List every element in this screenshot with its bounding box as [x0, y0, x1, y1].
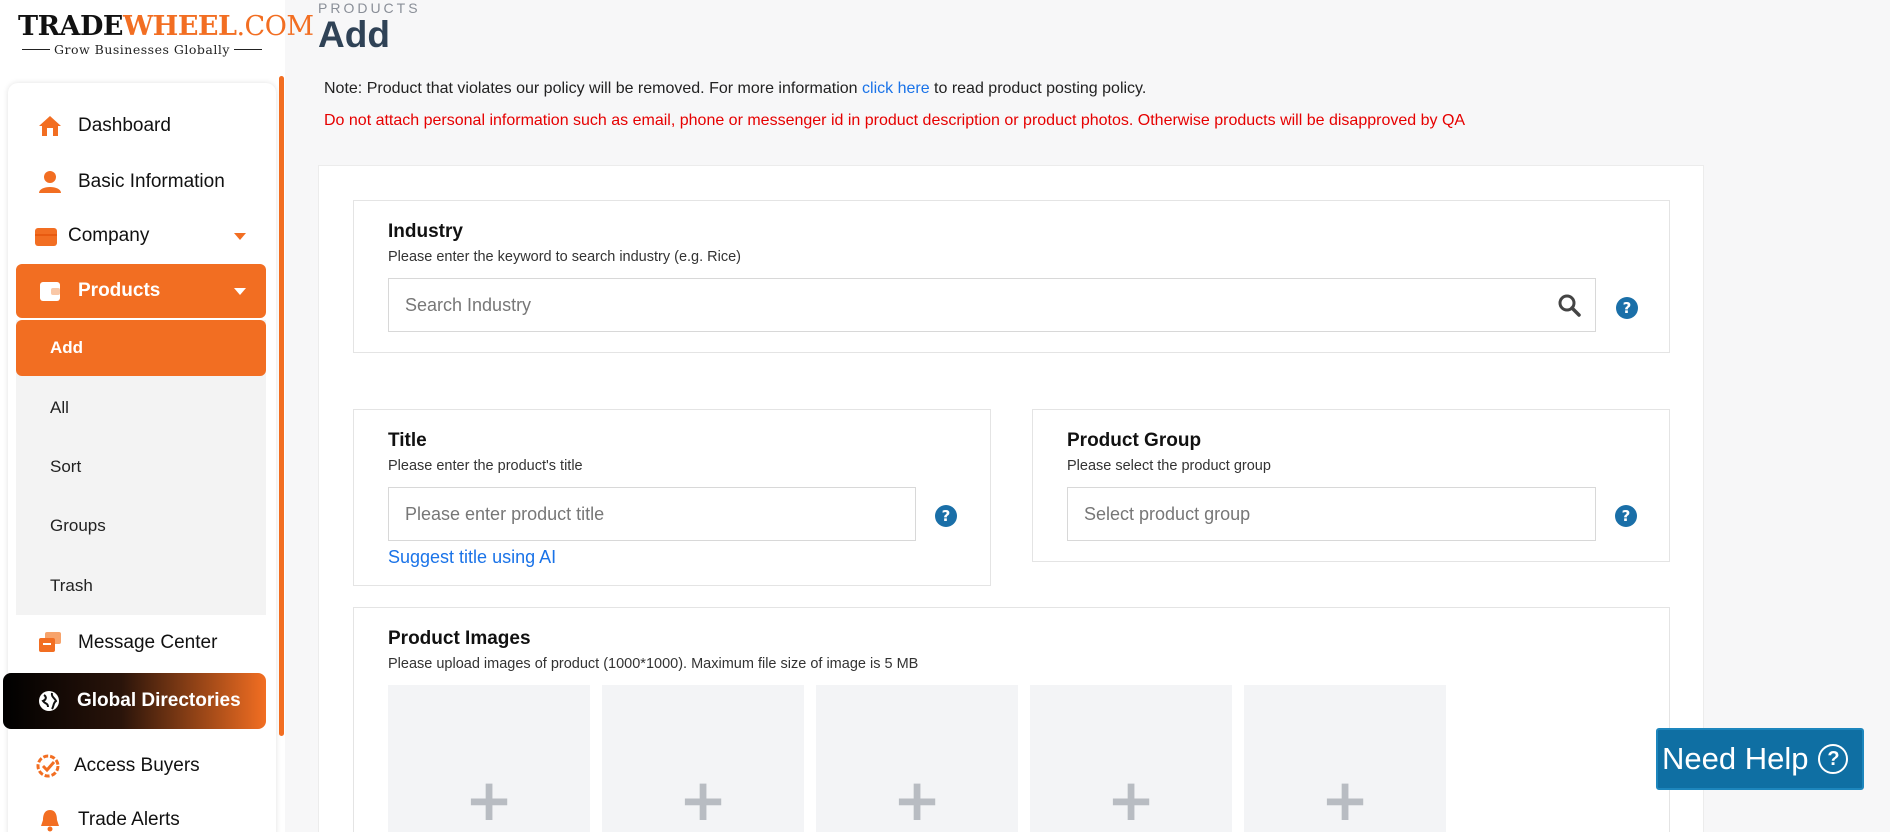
chevron-down-icon [234, 287, 246, 295]
plus-icon: + [1320, 766, 1370, 832]
chevron-down-icon [234, 232, 246, 240]
industry-search-field [388, 278, 1596, 332]
image-upload-slot[interactable]: + [388, 685, 590, 832]
image-upload-slot[interactable]: + [1030, 685, 1232, 832]
sidebar-item-label: Trade Alerts [78, 809, 180, 830]
industry-description: Please enter the keyword to search indus… [388, 249, 741, 265]
sidebar-item-access-buyers[interactable]: Access Buyers [16, 740, 266, 792]
product-group-card: Product Group Please select the product … [1032, 409, 1670, 562]
sidebar-item-basic-information[interactable]: Basic Information [16, 156, 266, 208]
sidebar-item-global-directories[interactable]: Global Directories [3, 673, 266, 729]
user-icon [36, 168, 64, 196]
sidebar-item-label: Dashboard [78, 115, 171, 136]
product-images-card: Product Images Please upload images of p… [353, 607, 1670, 832]
submenu-item-all[interactable]: All [16, 380, 266, 436]
sidebar-item-label: Global Directories [77, 690, 241, 711]
submenu-item-trash[interactable]: Trash [16, 558, 266, 614]
title-heading: Title [388, 430, 427, 451]
badge-icon [34, 752, 62, 780]
plus-icon: + [1106, 766, 1156, 832]
product-images-description: Please upload images of product (1000*10… [388, 656, 919, 672]
product-group-description: Please select the product group [1067, 458, 1271, 474]
industry-search-input[interactable] [389, 279, 1595, 331]
title-description: Please enter the product's title [388, 458, 583, 474]
logo-tagline: Grow Businesses Globally [18, 42, 268, 57]
briefcase-icon [32, 222, 60, 250]
product-images-heading: Product Images [388, 628, 531, 649]
sidebar-item-message-center[interactable]: Message Center [16, 617, 266, 669]
sidebar-item-label: Products [78, 280, 161, 301]
question-icon[interactable]: ? [1616, 297, 1638, 319]
need-help-button[interactable]: Need Help ? [1656, 728, 1864, 790]
sidebar-item-label: Message Center [78, 632, 218, 653]
sidebar-item-dashboard[interactable]: Dashboard [16, 100, 266, 152]
product-group-input[interactable] [1068, 488, 1595, 540]
personal-info-warning: Do not attach personal information such … [324, 112, 1466, 129]
globe-icon [35, 687, 63, 715]
sidebar-item-label: Access Buyers [74, 755, 200, 776]
policy-link[interactable]: click here [862, 80, 930, 97]
home-icon [36, 112, 64, 140]
wallet-icon [36, 277, 64, 305]
search-icon[interactable] [1557, 293, 1583, 319]
question-icon[interactable]: ? [935, 505, 957, 527]
submenu-item-add[interactable]: Add [16, 320, 266, 376]
product-group-heading: Product Group [1067, 430, 1202, 451]
industry-card: Industry Please enter the keyword to sea… [353, 200, 1670, 353]
page-title: Add [318, 14, 390, 55]
chat-icon [36, 629, 64, 657]
title-card: Title Please enter the product's title ?… [353, 409, 991, 586]
sidebar-item-trade-alerts[interactable]: Trade Alerts [16, 794, 266, 832]
image-upload-slot[interactable]: + [816, 685, 1018, 832]
product-title-field [388, 487, 916, 541]
submenu-item-sort[interactable]: Sort [16, 439, 266, 495]
sidebar-item-company[interactable]: Company [16, 210, 266, 262]
logo-wordmark: TRADEWHEEL.COM [18, 11, 314, 42]
product-title-input[interactable] [389, 488, 915, 540]
policy-note: Note: Product that violates our policy w… [324, 80, 1147, 97]
sidebar-item-products[interactable]: Products [16, 264, 266, 318]
suggest-title-ai-link[interactable]: Suggest title using AI [388, 547, 556, 568]
submenu-item-groups[interactable]: Groups [16, 498, 266, 554]
industry-title: Industry [388, 221, 463, 242]
plus-icon: + [464, 766, 514, 832]
question-circle-icon: ? [1818, 744, 1849, 774]
sidebar-item-label: Basic Information [78, 171, 225, 192]
image-upload-slot[interactable]: + [1244, 685, 1446, 832]
plus-icon: + [678, 766, 728, 832]
bell-icon [36, 806, 64, 832]
image-upload-slot[interactable]: + [602, 685, 804, 832]
sidebar-item-label: Company [68, 225, 150, 246]
products-submenu: Add All Sort Groups Trash [16, 320, 266, 615]
plus-icon: + [892, 766, 942, 832]
need-help-label: Need Help [1662, 741, 1809, 776]
tradewheel-logo[interactable]: TRADEWHEEL.COM Grow Businesses Globally [18, 10, 314, 62]
sidebar-scrollbar[interactable] [279, 76, 284, 736]
product-group-select [1067, 487, 1596, 541]
product-form: Industry Please enter the keyword to sea… [318, 165, 1704, 832]
question-icon[interactable]: ? [1615, 505, 1637, 527]
